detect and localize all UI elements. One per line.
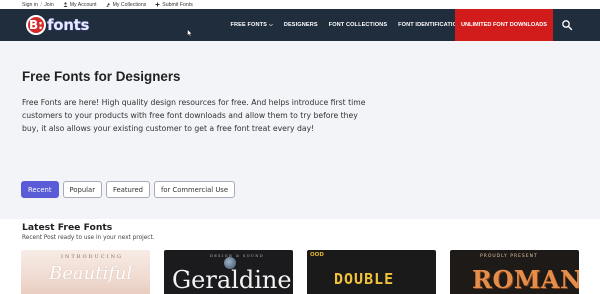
- nav-item-designers-label: DESIGNERS: [283, 22, 318, 28]
- nav-item-font-collections-label: FONT COLLECTIONS: [328, 22, 388, 28]
- font-card[interactable]: DESIGN & SOUND Geraldine: [164, 250, 293, 294]
- top-utility-bar: Sign in / Join My Account My Collections…: [0, 0, 600, 9]
- font-card-preview: Beautiful: [49, 263, 133, 284]
- mouse-cursor-icon: [187, 29, 193, 37]
- nav-item-free-fonts-label: FREE FONTS: [230, 22, 267, 28]
- font-card[interactable]: INTRODUCING Beautiful: [21, 250, 150, 294]
- signin-join-link[interactable]: Sign in / Join: [22, 2, 54, 8]
- my-account-link[interactable]: My Account: [63, 2, 97, 8]
- my-account-label: My Account: [69, 1, 97, 8]
- font-card-preview: DOUBLE: [334, 270, 395, 288]
- tab-featured[interactable]: Featured: [106, 181, 150, 198]
- logo-badge: B:: [26, 15, 46, 35]
- join-link[interactable]: Join: [44, 2, 54, 8]
- search-icon[interactable]: [561, 19, 573, 31]
- font-card[interactable]: PROUDLY PRESENT ROMAN: [450, 250, 579, 294]
- nav-item-free-fonts[interactable]: FREE FONTS ⌵: [225, 9, 278, 41]
- latest-fonts-section: Latest Free Fonts Recent Post ready to u…: [0, 219, 600, 294]
- nav-item-designers[interactable]: DESIGNERS: [278, 9, 323, 41]
- font-card-caption: DESIGN & SOUND: [210, 254, 265, 258]
- nav-item-font-collections[interactable]: FONT COLLECTIONS: [323, 9, 392, 41]
- user-icon: [63, 2, 68, 7]
- font-card[interactable]: OOD DOUBLE: [307, 250, 436, 294]
- section-subtitle: Recent Post ready to use in your next pr…: [22, 235, 155, 241]
- unlimited-font-downloads-button[interactable]: UNLIMITED FONT DOWNLOADS: [455, 9, 553, 41]
- section-title: Latest Free Fonts: [22, 222, 113, 233]
- logo-wordmark: fonts: [47, 16, 90, 34]
- font-card-preview: ROMAN: [472, 265, 579, 294]
- hero-description-line: buy, it also allows your existing custom…: [22, 124, 315, 133]
- hero-description-line: Free Fonts are here! High quality design…: [22, 98, 366, 107]
- font-card-caption: PROUDLY PRESENT: [480, 254, 538, 259]
- site-logo[interactable]: B: fonts: [26, 14, 89, 36]
- nav-item-font-identification-label: FONT IDENTIFICATION: [398, 22, 462, 28]
- tab-recent[interactable]: Recent: [21, 181, 59, 198]
- font-card-caption: OOD: [310, 252, 324, 258]
- submit-fonts-link[interactable]: Submit Fonts: [155, 2, 193, 8]
- hero-section: Free Fonts for Designers Free Fonts are …: [0, 41, 600, 219]
- unlimited-font-downloads-label: UNLIMITED FONT DOWNLOADS: [460, 22, 548, 28]
- plus-icon: [155, 2, 160, 7]
- chevron-down-icon: ⌵: [268, 22, 273, 28]
- separator: /: [38, 1, 44, 8]
- tab-popular[interactable]: Popular: [62, 181, 102, 198]
- signin-link[interactable]: Sign in: [22, 2, 38, 8]
- hero-description: Free Fonts are here! High quality design…: [22, 96, 402, 135]
- main-navigation: B: fonts FREE FONTS ⌵ DESIGNERS FONT COL…: [0, 9, 600, 41]
- my-collections-link[interactable]: My Collections: [106, 1, 147, 8]
- tab-commercial-use[interactable]: for Commercial Use: [154, 181, 236, 198]
- collection-icon: [106, 3, 110, 7]
- hero-description-line: customers to your products with free fon…: [22, 111, 358, 120]
- nav-links: FREE FONTS ⌵ DESIGNERS FONT COLLECTIONS …: [225, 9, 467, 41]
- my-collections-label: My Collections: [112, 1, 147, 8]
- submit-fonts-label: Submit Fonts: [162, 1, 193, 8]
- font-card-caption: INTRODUCING: [61, 254, 123, 260]
- page-title: Free Fonts for Designers: [22, 69, 181, 84]
- filter-tabs: Recent Popular Featured for Commercial U…: [21, 181, 239, 198]
- font-card-preview: Geraldine: [172, 266, 292, 294]
